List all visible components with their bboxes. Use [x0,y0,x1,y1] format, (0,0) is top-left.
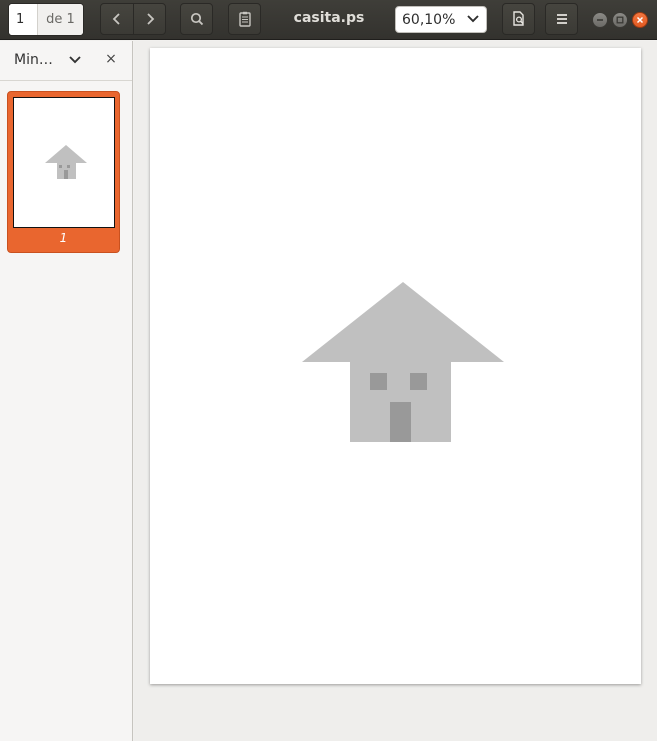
zoom-value: 60,10% [402,11,456,28]
house-drawing [302,282,504,442]
window-title: casita.ps [293,10,365,26]
minimize-icon [597,19,603,21]
chevron-down-icon [467,15,479,23]
page-count-label: de 1 [38,4,83,35]
house-thumbnail-image [45,145,87,179]
chevron-left-icon [112,13,120,25]
document-properties-button[interactable] [502,3,535,35]
close-window-button[interactable] [632,12,648,28]
zoom-select[interactable]: 60,10% [395,6,487,33]
sidebar-close-button[interactable]: × [104,51,118,67]
chevron-down-icon[interactable] [68,55,82,65]
thumbnail-page [13,97,115,228]
search-button[interactable] [180,3,213,35]
annotations-button[interactable] [228,3,261,35]
sidebar-header: Min… × [0,41,132,81]
house-window-left [370,373,387,390]
thumbnail-label: 1 [59,231,68,245]
sidebar: Min… × 1 [0,41,133,741]
house-roof [302,282,504,362]
hamburger-menu-icon [556,14,567,24]
chevron-right-icon [146,13,154,25]
next-page-button[interactable] [133,3,166,35]
sidebar-mode-selector[interactable]: Min… [14,52,53,68]
maximize-button[interactable] [612,12,628,28]
maximize-icon [616,16,624,24]
page-number-entry[interactable]: 1 de 1 [8,3,84,36]
clipboard-icon [238,11,251,27]
minimize-button[interactable] [592,12,608,28]
thumbnail-item[interactable]: 1 [7,91,120,253]
close-icon [636,16,644,24]
document-page [150,48,641,684]
main-menu-button[interactable] [545,3,578,35]
header-bar: 1 de 1 casita.ps 60,10% [0,0,657,40]
current-page-input[interactable]: 1 [9,4,38,35]
house-window-right [410,373,427,390]
house-door [390,402,411,442]
search-icon [190,12,203,26]
previous-page-button[interactable] [100,3,134,35]
document-view[interactable] [134,41,657,741]
document-search-icon [512,11,524,26]
